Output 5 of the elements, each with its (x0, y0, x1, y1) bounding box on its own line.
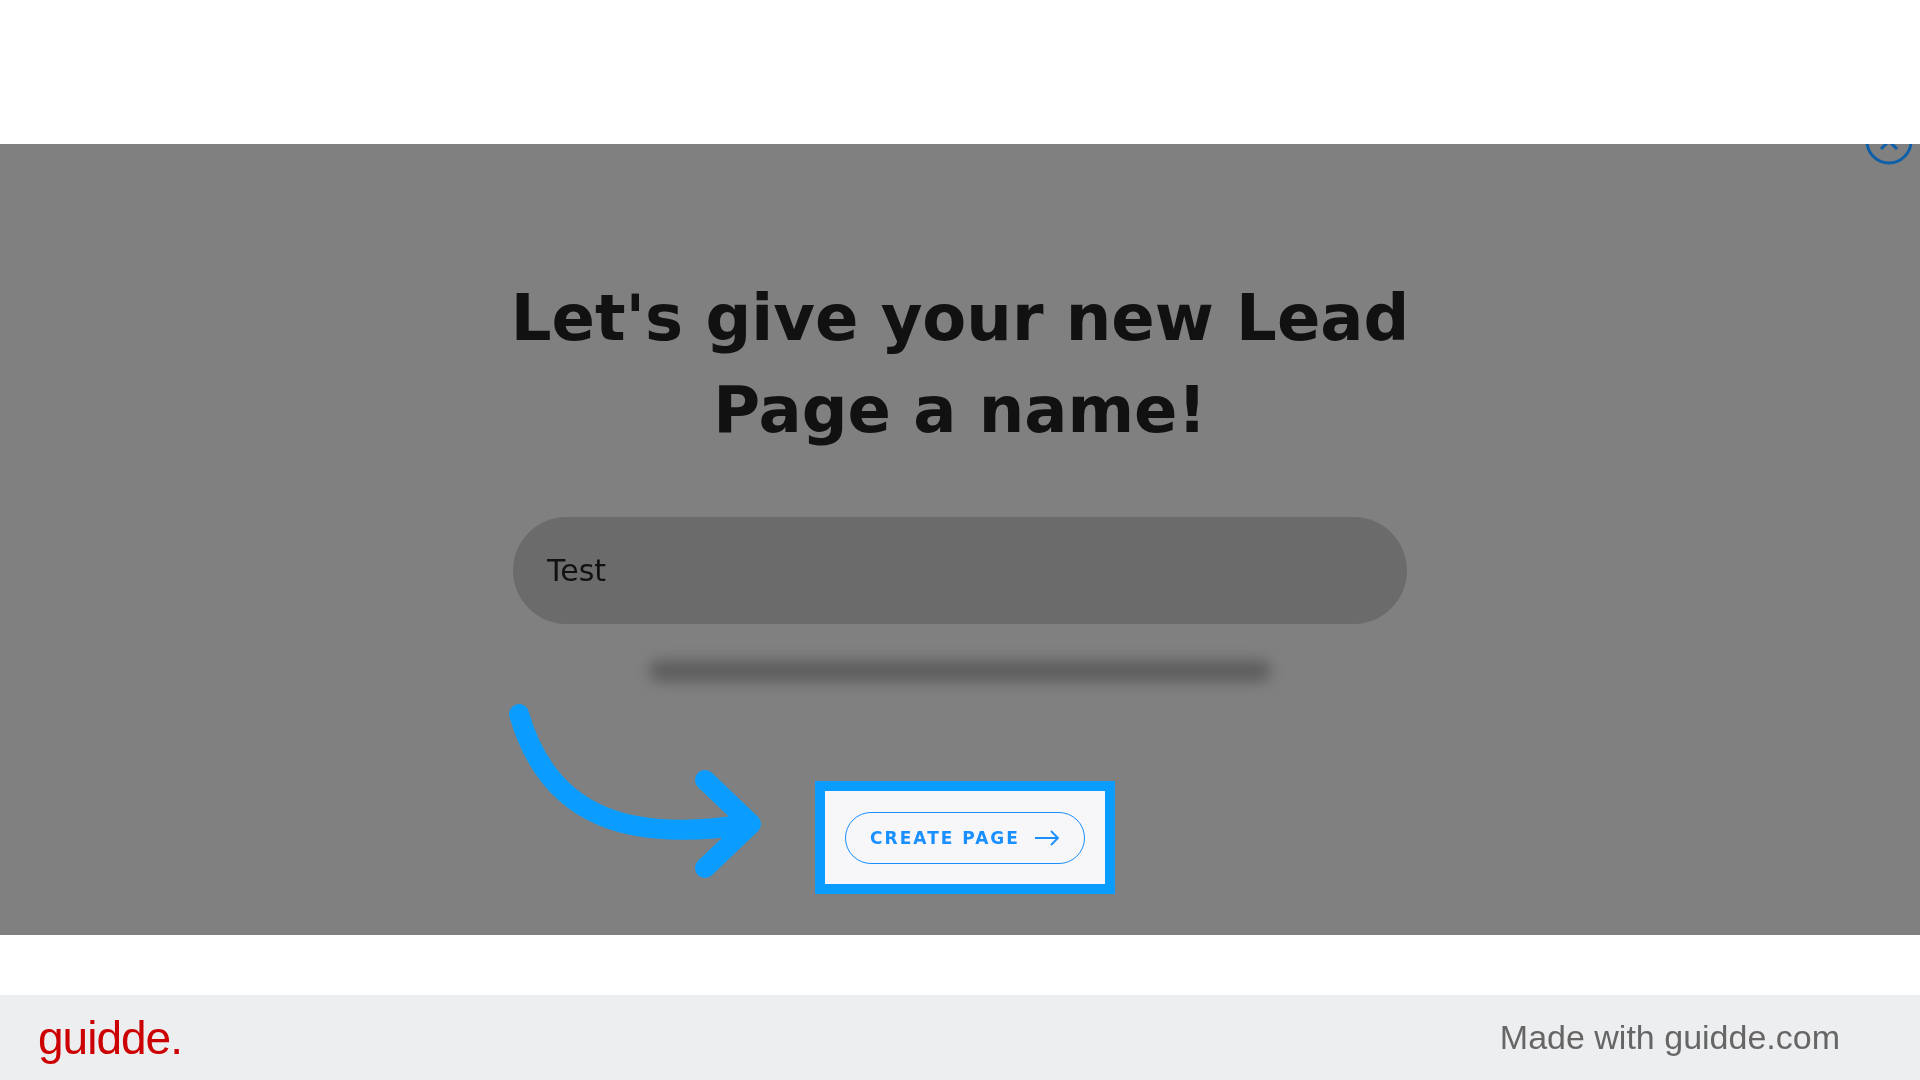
name-field[interactable]: Test (513, 517, 1407, 624)
arrow-right-icon (1033, 829, 1060, 846)
credit-text: Made with guidde.com (1499, 1018, 1840, 1057)
dialog-heading: Let's give your new Lead Page a name! (509, 280, 1411, 449)
guidde-logo: guidde. (38, 1010, 182, 1065)
